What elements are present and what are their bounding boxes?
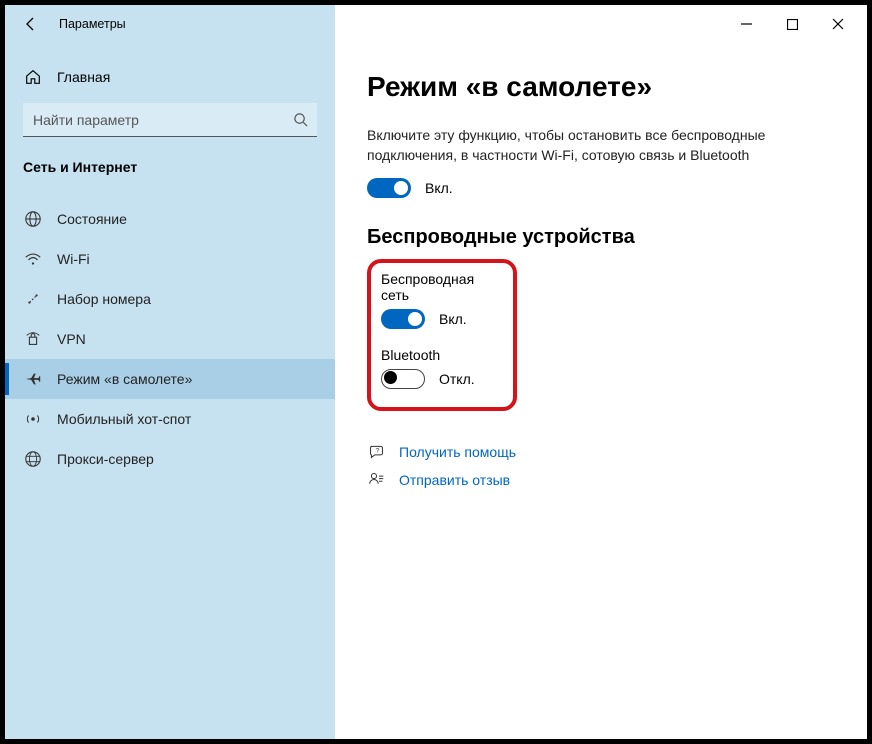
- search-icon: [291, 111, 309, 129]
- airplane-toggle-state: Вкл.: [425, 180, 453, 196]
- help-link-row: ? Получить помощь: [367, 443, 827, 461]
- feedback-icon: [367, 471, 385, 489]
- home-nav[interactable]: Главная: [5, 57, 335, 97]
- sidebar: Главная Сеть и Интернет Состояние: [5, 43, 335, 739]
- feedback-link[interactable]: Отправить отзыв: [399, 472, 510, 488]
- proxy-icon: [23, 449, 43, 469]
- feedback-link-row: Отправить отзыв: [367, 471, 827, 489]
- back-button[interactable]: [17, 10, 45, 38]
- close-button[interactable]: [815, 8, 861, 40]
- sidebar-item-airplane[interactable]: Режим «в самолете»: [5, 359, 335, 399]
- category-header: Сеть и Интернет: [5, 151, 335, 189]
- hotspot-icon: [23, 409, 43, 429]
- wifi-toggle-row: Вкл.: [381, 309, 501, 329]
- sidebar-item-label: Мобильный хот-спот: [57, 411, 191, 427]
- bluetooth-toggle-row: Откл.: [381, 369, 501, 389]
- wifi-toggle-state: Вкл.: [439, 311, 467, 327]
- sidebar-item-label: Режим «в самолете»: [57, 371, 192, 387]
- wifi-label: Беспроводная сеть: [381, 271, 501, 303]
- titlebar: Параметры: [5, 5, 867, 43]
- sidebar-item-status[interactable]: Состояние: [5, 199, 335, 239]
- sidebar-item-wifi[interactable]: Wi-Fi: [5, 239, 335, 279]
- get-help-link[interactable]: Получить помощь: [399, 444, 516, 460]
- wireless-highlight: Беспроводная сеть Вкл. Bluetooth Откл.: [367, 259, 517, 411]
- wifi-toggle[interactable]: [381, 309, 425, 329]
- sidebar-item-dialup[interactable]: Набор номера: [5, 279, 335, 319]
- sidebar-item-vpn[interactable]: VPN: [5, 319, 335, 359]
- nav-list: Состояние Wi-Fi Набор номера: [5, 199, 335, 479]
- search-input[interactable]: [33, 112, 291, 128]
- sidebar-item-hotspot[interactable]: Мобильный хот-спот: [5, 399, 335, 439]
- svg-text:?: ?: [375, 447, 379, 454]
- sidebar-item-label: Состояние: [57, 211, 127, 227]
- home-icon: [23, 67, 43, 87]
- globe-icon: [23, 209, 43, 229]
- minimize-button[interactable]: [723, 8, 769, 40]
- help-icon: ?: [367, 443, 385, 461]
- sidebar-item-label: Прокси-сервер: [57, 451, 154, 467]
- dialup-icon: [23, 289, 43, 309]
- help-links: ? Получить помощь Отправить отзыв: [367, 443, 827, 489]
- sidebar-item-label: Wi-Fi: [57, 251, 90, 267]
- sidebar-item-proxy[interactable]: Прокси-сервер: [5, 439, 335, 479]
- home-label: Главная: [57, 69, 110, 85]
- sidebar-item-label: Набор номера: [57, 291, 151, 307]
- vpn-icon: [23, 329, 43, 349]
- page-description: Включите эту функцию, чтобы остановить в…: [367, 125, 787, 166]
- app-title: Параметры: [59, 17, 126, 31]
- airplane-icon: [23, 369, 43, 389]
- bluetooth-label: Bluetooth: [381, 347, 501, 363]
- wifi-icon: [23, 249, 43, 269]
- bluetooth-toggle[interactable]: [381, 369, 425, 389]
- airplane-toggle-row: Вкл.: [367, 178, 827, 198]
- bluetooth-toggle-state: Откл.: [439, 371, 475, 387]
- search-box[interactable]: [23, 103, 317, 137]
- page-heading: Режим «в самолете»: [367, 71, 827, 103]
- airplane-toggle[interactable]: [367, 178, 411, 198]
- wireless-heading: Беспроводные устройства: [367, 226, 827, 249]
- main-content: Режим «в самолете» Включите эту функцию,…: [335, 43, 867, 739]
- maximize-button[interactable]: [769, 8, 815, 40]
- sidebar-item-label: VPN: [57, 331, 86, 347]
